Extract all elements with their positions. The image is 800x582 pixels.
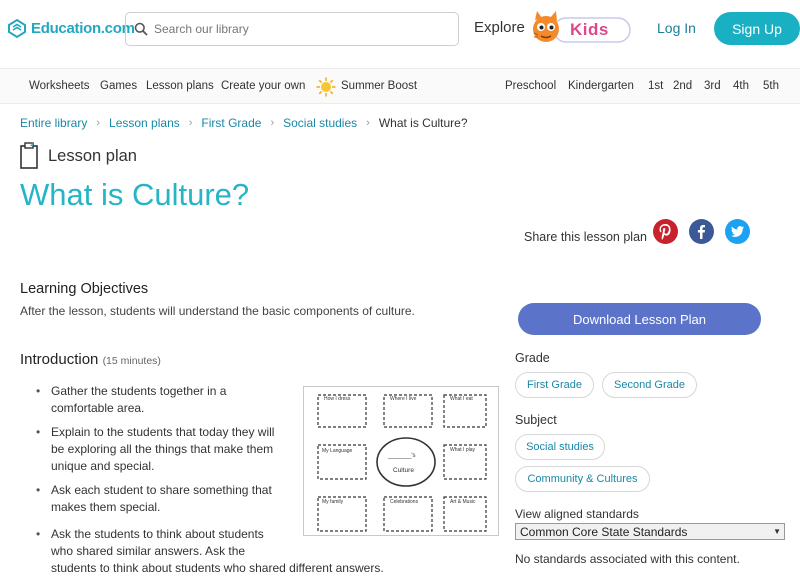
nav-grade-kindergarten[interactable]: Kindergarten [568, 80, 634, 92]
introduction-list: Gather the students together in a comfor… [36, 383, 304, 523]
introduction-heading: Introduction (15 minutes) [20, 351, 161, 368]
nav-grade-2nd[interactable]: 2nd [673, 80, 692, 92]
facebook-glyph [697, 225, 705, 239]
kids-label: Kids [570, 20, 609, 39]
standards-select[interactable]: Common Core State Standards ▼ [515, 523, 785, 540]
nav-summer-boost[interactable]: Summer Boost [341, 80, 417, 92]
worksheet-box-label: How I dress [324, 396, 351, 402]
subject-heading: Subject [515, 413, 557, 427]
pinterest-glyph [659, 224, 671, 240]
worksheet-box-label: My Language [322, 448, 353, 454]
twitter-icon[interactable] [725, 219, 750, 244]
sub-navigation: Worksheets Games Lesson plans Create you… [0, 68, 800, 104]
worksheet-center-blank: _______'s [388, 453, 416, 459]
nav-grade-5th[interactable]: 5th [763, 80, 779, 92]
culture-worksheet-diagram [317, 394, 487, 532]
standards-selected-value: Common Core State Standards [520, 524, 688, 539]
subject-tag-community-cultures[interactable]: Community & Cultures [515, 466, 650, 492]
no-standards-text: No standards associated with this conten… [515, 552, 740, 566]
list-item: Explain to the students that today they … [36, 424, 291, 475]
dropdown-arrow-icon: ▼ [773, 527, 781, 536]
worksheet-thumbnail[interactable]: How I dress Where I live What I eat My L… [303, 386, 499, 536]
search-box[interactable] [125, 12, 459, 46]
objectives-heading: Learning Objectives [20, 281, 149, 297]
list-item: Ask each student to share something that… [36, 482, 296, 516]
grade-tag-first-grade[interactable]: First Grade [515, 372, 594, 398]
clipboard-icon [20, 142, 38, 169]
explore-label[interactable]: Explore [474, 19, 525, 36]
grade-heading: Grade [515, 351, 550, 365]
worksheet-box-label: My family [322, 499, 344, 505]
logo-icon [8, 18, 26, 39]
objectives-text: After the lesson, students will understa… [20, 304, 415, 318]
page-title: What is Culture? [20, 177, 250, 212]
breadcrumb-social-studies[interactable]: Social studies [283, 116, 357, 130]
sun-icon [316, 77, 336, 97]
education-logo[interactable]: Education.com [6, 17, 135, 39]
list-item-line: students to think about students who sha… [51, 561, 384, 575]
top-header: Education.com Explore Kids Log In Sign U… [0, 0, 800, 58]
introduction-duration: (15 minutes) [102, 355, 161, 367]
nav-create-your-own[interactable]: Create your own [221, 80, 305, 92]
nav-grade-4th[interactable]: 4th [733, 80, 749, 92]
breadcrumb-first-grade[interactable]: First Grade [201, 116, 261, 130]
worksheet-box-label: Celebrations [390, 499, 419, 505]
nav-worksheets[interactable]: Worksheets [29, 80, 90, 92]
nav-grade-preschool[interactable]: Preschool [505, 80, 556, 92]
chevron-right-icon: › [270, 117, 275, 129]
worksheet-box-label: What I eat [450, 396, 473, 402]
download-lesson-plan-button[interactable]: Download Lesson Plan [518, 303, 761, 335]
list-item: Gather the students together in a comfor… [36, 383, 246, 417]
signup-button[interactable]: Sign Up [714, 12, 800, 45]
worksheet-box-label: What I play [450, 447, 476, 453]
nav-lesson-plans[interactable]: Lesson plans [146, 80, 214, 92]
chevron-right-icon: › [188, 117, 193, 129]
chevron-right-icon: › [366, 117, 370, 129]
login-link[interactable]: Log In [657, 20, 696, 36]
nav-grade-1st[interactable]: 1st [648, 80, 663, 92]
standards-label: View aligned standards [515, 507, 639, 521]
breadcrumb-current: What is Culture? [378, 116, 468, 130]
worksheet-box-label: Art & Music [450, 499, 476, 505]
subject-tag-social-studies[interactable]: Social studies [515, 434, 605, 460]
nav-grade-3rd[interactable]: 3rd [704, 80, 721, 92]
nav-games[interactable]: Games [100, 80, 137, 92]
worksheet-center-word: Culture [393, 467, 414, 474]
search-icon [134, 22, 148, 36]
breadcrumb-lesson-plans[interactable]: Lesson plans [109, 116, 180, 130]
search-input[interactable] [154, 22, 434, 36]
list-item-line: who shared similar answers. Ask the [51, 544, 246, 558]
chevron-right-icon: › [96, 117, 101, 129]
worksheet-box-label: Where I live [390, 396, 417, 402]
introduction-title: Introduction [20, 351, 99, 368]
breadcrumb: Entire library › Lesson plans › First Gr… [20, 116, 468, 130]
logo-text: Education.com [31, 19, 135, 37]
facebook-icon[interactable] [689, 219, 714, 244]
kids-badge[interactable]: Kids [528, 11, 632, 47]
twitter-glyph [731, 226, 744, 237]
share-label: Share this lesson plan [524, 230, 647, 244]
grade-tag-second-grade[interactable]: Second Grade [602, 372, 697, 398]
content-type-label: Lesson plan [48, 147, 137, 165]
pinterest-icon[interactable] [653, 219, 678, 244]
breadcrumb-entire-library[interactable]: Entire library [20, 116, 87, 130]
